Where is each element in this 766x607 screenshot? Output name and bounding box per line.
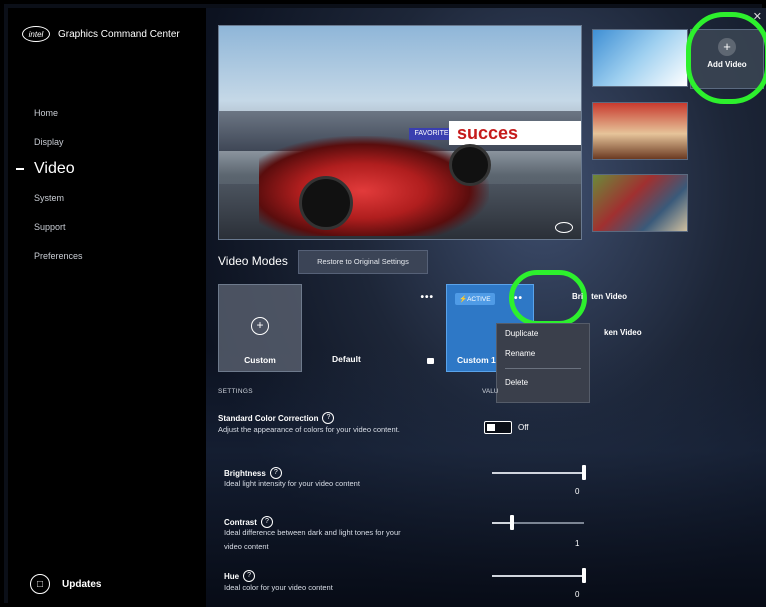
sidebar-item-system[interactable]: System [34, 189, 83, 218]
brighten-video-option[interactable]: Bri ten Video [572, 292, 627, 301]
car-wheel [299, 176, 353, 230]
add-video-label: Add Video [707, 60, 747, 69]
brightness-slider[interactable] [492, 465, 586, 480]
eye-icon[interactable] [555, 222, 573, 233]
video-thumbnail-people[interactable] [592, 102, 688, 160]
slider-thumb[interactable] [582, 568, 586, 583]
setting-title-hue: Hue? [224, 570, 256, 582]
sidebar-item-support[interactable]: Support [34, 218, 83, 247]
setting-desc: Adjust the appearance of colors for your… [218, 425, 400, 434]
contrast-value: 1 [575, 539, 580, 548]
updates-button[interactable]: □ Updates [30, 574, 101, 594]
sidebar-item-home[interactable]: Home [34, 104, 83, 133]
mode-card-custom[interactable]: + Custom [218, 284, 302, 372]
updates-label: Updates [62, 578, 102, 590]
sidebar: intel Graphics Command Center Home Displ… [8, 8, 206, 607]
menu-divider [505, 368, 581, 369]
active-badge: ⚡ACTIVE [455, 293, 495, 305]
video-preview[interactable]: FAVORITE succes [218, 25, 582, 240]
context-menu: Duplicate Rename Delete [496, 323, 590, 403]
slider-thumb[interactable] [582, 465, 586, 480]
setting-desc: Ideal color for your video content [224, 583, 333, 592]
settings-header: SETTINGS [218, 388, 253, 395]
sidebar-item-video[interactable]: Video [16, 160, 83, 189]
video-modes-title: Video Modes [218, 254, 288, 268]
slider-fill [492, 575, 584, 577]
color-correction-toggle[interactable] [484, 421, 512, 434]
slider-thumb[interactable] [510, 515, 515, 530]
plus-icon: + [718, 38, 736, 56]
mode-card-label: Custom 1 [457, 355, 496, 365]
contrast-slider[interactable] [492, 515, 584, 530]
sidebar-item-display[interactable]: Display [34, 133, 83, 162]
mode-card-label: Default [332, 354, 361, 364]
main-panel: FAVORITE succes + Add Video – ✕ Video Mo… [206, 8, 766, 607]
hue-value: 0 [575, 590, 580, 599]
setting-desc: video content [224, 542, 269, 551]
app-window: intel Graphics Command Center Home Displ… [0, 0, 766, 607]
values-header: VALU [482, 388, 499, 395]
app-title: Graphics Command Center [58, 28, 180, 40]
video-thumbnail-food[interactable] [592, 174, 688, 232]
menu-item-duplicate[interactable]: Duplicate [497, 324, 589, 344]
intel-logo: intel [22, 26, 50, 42]
car-wheel [449, 144, 491, 186]
setting-desc: Ideal light intensity for your video con… [224, 479, 360, 488]
sidebar-item-preferences[interactable]: Preferences [34, 247, 83, 276]
bell-icon: □ [30, 574, 50, 594]
help-icon[interactable]: ? [322, 412, 335, 424]
maximize-icon[interactable]: – [739, 10, 744, 20]
plus-icon: + [251, 317, 269, 335]
setting-desc: Ideal difference between dark and light … [224, 528, 401, 537]
close-icon[interactable]: ✕ [753, 10, 762, 23]
restore-original-settings-button[interactable]: Restore to Original Settings [298, 250, 428, 274]
mode-card-label: Custom [244, 355, 276, 365]
more-options-icon[interactable]: ••• [509, 293, 523, 304]
menu-item-rename[interactable]: Rename [497, 344, 589, 364]
more-options-icon[interactable]: ••• [420, 292, 434, 303]
slider-fill [492, 522, 513, 524]
hue-slider[interactable] [492, 568, 586, 583]
sidebar-nav: Home Display Video System Support Prefer… [16, 104, 83, 276]
mode-card-default[interactable]: ••• Default [306, 284, 434, 370]
slider-fill [492, 472, 584, 474]
brightness-value: 0 [575, 487, 580, 496]
lock-icon [427, 358, 434, 364]
help-icon[interactable]: ? [243, 570, 256, 582]
add-video-button[interactable]: + Add Video [690, 29, 764, 89]
toggle-state-label: Off [518, 423, 529, 432]
brand: intel Graphics Command Center [22, 26, 180, 42]
video-thumbnail-ski[interactable] [592, 29, 688, 87]
darken-video-option[interactable]: ken Video [604, 328, 642, 337]
menu-item-delete[interactable]: Delete [497, 373, 589, 393]
setting-title-color-correction: Standard Color Correction? [218, 412, 335, 424]
